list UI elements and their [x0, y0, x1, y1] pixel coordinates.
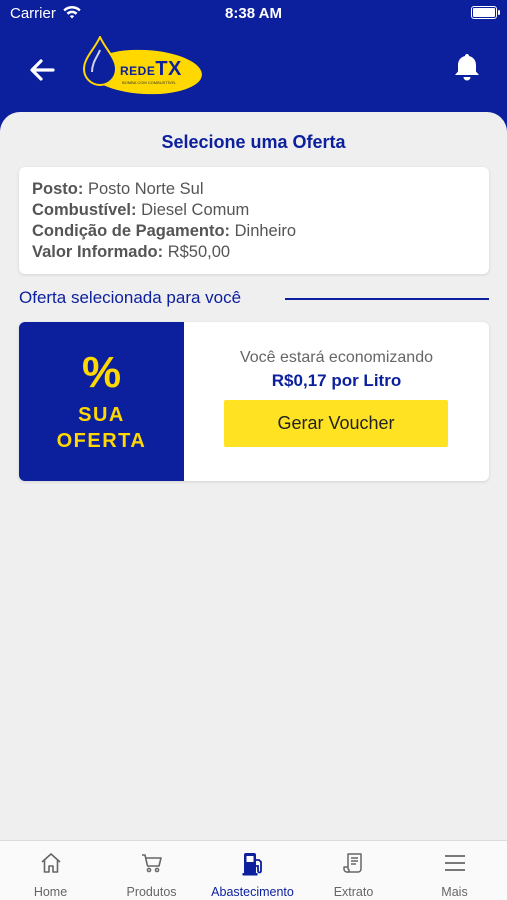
battery-icon	[471, 6, 500, 19]
valor-value: R$50,00	[167, 243, 231, 261]
app-header: REDETX BOMBA COM COMBUSTÍVEL	[0, 28, 507, 112]
fuel-pump-icon	[202, 851, 303, 877]
section-divider	[285, 298, 489, 300]
status-bar: Carrier 8:38 AM	[0, 0, 507, 28]
logo-subtitle: BOMBA COM COMBUSTÍVEL	[122, 80, 177, 85]
bell-icon[interactable]	[453, 52, 481, 82]
offer-badge-line2: OFERTA	[56, 430, 147, 452]
combustivel-row: Combustível: Diesel Comum	[32, 200, 476, 221]
combustivel-value: Diesel Comum	[141, 201, 250, 219]
order-summary-card: Posto: Posto Norte Sul Combustível: Dies…	[19, 167, 489, 274]
posto-label: Posto:	[32, 180, 84, 198]
logo-text-tx: TX	[155, 58, 182, 80]
offer-card: % SUA OFERTA Você estará economizando R$…	[19, 322, 489, 481]
saving-amount: R$0,17 por Litro	[271, 371, 402, 390]
tab-produtos[interactable]: Produtos	[101, 841, 202, 900]
saving-text: Você estará economizando	[239, 349, 433, 366]
menu-icon	[404, 851, 505, 877]
generate-voucher-button[interactable]: Gerar Voucher	[224, 400, 448, 447]
page-title: Selecione uma Oferta	[161, 132, 346, 152]
offer-badge-line1: SUA	[78, 404, 125, 426]
posto-row: Posto: Posto Norte Sul	[32, 179, 476, 200]
tab-produtos-label: Produtos	[126, 885, 177, 899]
main-content: Selecione uma Oferta Posto: Posto Norte …	[0, 112, 507, 840]
cart-icon	[101, 851, 202, 877]
tab-extrato-label: Extrato	[333, 885, 374, 899]
combustivel-label: Combustível:	[32, 201, 137, 219]
back-arrow-icon[interactable]	[26, 54, 58, 86]
section-label: Oferta selecionada para você	[19, 288, 242, 307]
tab-abastecimento-label: Abastecimento	[211, 885, 294, 899]
percent-icon: %	[81, 348, 122, 397]
valor-row: Valor Informado: R$50,00	[32, 242, 476, 263]
receipt-icon	[303, 851, 404, 877]
tab-home-label: Home	[33, 885, 68, 899]
offer-details: Você estará economizando R$0,17 por Litr…	[184, 322, 489, 481]
pagamento-label: Condição de Pagamento:	[32, 222, 231, 240]
tab-home[interactable]: Home	[0, 841, 101, 900]
pagamento-row: Condição de Pagamento: Dinheiro	[32, 221, 476, 242]
pagamento-value: Dinheiro	[234, 222, 297, 240]
clock: 8:38 AM	[225, 5, 282, 22]
tab-mais[interactable]: Mais	[404, 841, 505, 900]
home-icon	[0, 851, 101, 877]
rede-tx-logo: REDETX BOMBA COM COMBUSTÍVEL	[80, 36, 204, 98]
bottom-tab-bar: Home Produtos Abastecimento Extrato Mais	[0, 840, 507, 900]
valor-label: Valor Informado:	[32, 243, 164, 261]
posto-value: Posto Norte Sul	[87, 180, 204, 198]
logo-text-rede: REDE	[120, 64, 156, 78]
tab-mais-label: Mais	[441, 885, 468, 899]
tab-abastecimento[interactable]: Abastecimento	[202, 841, 303, 900]
offer-badge: % SUA OFERTA	[19, 322, 184, 481]
tab-extrato[interactable]: Extrato	[303, 841, 404, 900]
